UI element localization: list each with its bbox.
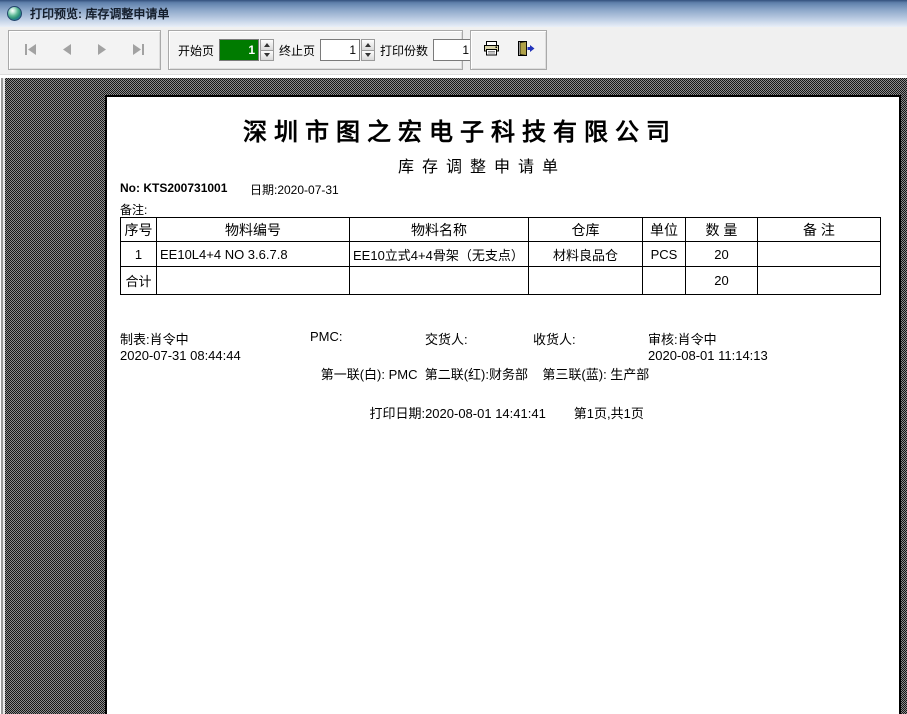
start-page-down-button[interactable] (260, 50, 275, 61)
printer-icon (483, 41, 500, 59)
app-globe-icon (7, 6, 22, 21)
table-header-row: 序号 物料编号 物料名称 仓库 单位 数 量 备 注 (120, 217, 881, 242)
total-cell (349, 266, 529, 295)
deliverer-signature: 交货人: (425, 332, 468, 347)
last-page-button[interactable] (123, 36, 153, 64)
cell-material-name: EE10立式4+4骨架（无支点） (349, 241, 529, 267)
table-row: 1 EE10L4+4 NO 3.6.7.8 EE10立式4+4骨架（无支点） 材… (120, 241, 881, 267)
col-warehouse: 仓库 (528, 217, 643, 242)
col-material-name: 物料名称 (349, 217, 529, 242)
end-page-input[interactable] (320, 39, 361, 61)
col-seq: 序号 (120, 217, 157, 242)
cell-material-code: EE10L4+4 NO 3.6.7.8 (156, 241, 350, 267)
preview-area: 深圳市图之宏电子科技有限公司 库存调整申请单 No: KTS200731001 … (0, 78, 907, 714)
print-button-group (470, 30, 547, 70)
end-page-label: 终止页 (279, 43, 316, 58)
print-date-line: 打印日期:2020-08-01 14:41:41 第1页,共1页 (107, 388, 863, 437)
window-left-edge (0, 78, 5, 714)
nav-button-group (8, 30, 161, 70)
last-page-icon (132, 43, 145, 58)
copies-label: 打印份数 (380, 43, 429, 58)
total-qty: 20 (685, 266, 758, 295)
next-page-button[interactable] (87, 36, 117, 64)
document-title: 库存调整申请单 (397, 159, 566, 176)
maker-timestamp: 2020-07-31 08:44:44 (120, 348, 241, 363)
end-page-up-button[interactable] (361, 39, 376, 51)
toolbar: 开始页 终止页 打印份数 (0, 27, 907, 74)
table-total-row: 合计 20 (120, 266, 881, 295)
receiver-signature: 收货人: (533, 332, 576, 347)
exit-door-icon (517, 41, 535, 59)
total-label: 合计 (120, 266, 157, 295)
print-button[interactable] (476, 35, 506, 65)
pmc-signature: PMC: (310, 329, 343, 344)
copies-distribution-line: 第一联(白): PMC 第二联(红):财务部 第三联(蓝): 生产部 (320, 367, 650, 382)
document-page: 深圳市图之宏电子科技有限公司 库存调整申请单 No: KTS200731001 … (105, 95, 901, 714)
remark-label: 备注: (120, 203, 148, 217)
cell-seq: 1 (120, 241, 157, 267)
start-page-input[interactable] (219, 39, 260, 61)
next-page-icon (97, 43, 107, 58)
cell-warehouse: 材料良品仓 (528, 241, 643, 267)
col-material-code: 物料编号 (156, 217, 350, 242)
end-page-spinner (320, 39, 376, 61)
maker-signature: 制表:肖令中 (120, 332, 189, 347)
up-arrow-icon (365, 42, 372, 47)
up-arrow-icon (264, 42, 271, 47)
col-remark: 备 注 (757, 217, 881, 242)
titlebar: 打印预览: 库存调整申请单 (0, 0, 907, 27)
start-page-up-button[interactable] (260, 39, 275, 51)
col-unit: 单位 (642, 217, 686, 242)
audit-timestamp: 2020-08-01 11:14:13 (648, 348, 768, 363)
print-date: 打印日期:2020-08-01 14:41:41 (369, 406, 546, 421)
total-cell (757, 266, 881, 295)
total-cell (528, 266, 643, 295)
items-table: 序号 物料编号 物料名称 仓库 单位 数 量 备 注 1 EE10L4+4 NO… (120, 217, 881, 295)
auditor-signature: 审核:肖令中 (648, 332, 717, 347)
footer-center-lines: 第一联(白): PMC 第二联(红):财务部 第三联(蓝): 生产部 打印日期:… (107, 364, 863, 437)
col-qty: 数 量 (685, 217, 758, 242)
start-page-label: 开始页 (178, 43, 215, 58)
end-page-down-button[interactable] (361, 50, 376, 61)
down-arrow-icon (365, 53, 372, 58)
page-range-group: 开始页 终止页 打印份数 (168, 30, 489, 70)
page-info: 第1页,共1页 (573, 406, 644, 421)
total-cell (642, 266, 686, 295)
total-cell (156, 266, 350, 295)
start-page-spinner (219, 39, 275, 61)
window-title: 打印预览: 库存调整申请单 (30, 7, 170, 21)
document-number: No: KTS200731001 (120, 181, 228, 195)
cell-remark (757, 241, 881, 267)
first-page-button[interactable] (16, 36, 46, 64)
print-preview-window: 打印预览: 库存调整申请单 开始页 1 终止页 1 打印份数 1 深圳市图之宏电… (0, 0, 907, 714)
exit-button[interactable] (511, 35, 541, 65)
document-date: 日期:2020-07-31 (250, 183, 339, 197)
cell-qty: 20 (685, 241, 758, 267)
first-page-icon (24, 43, 37, 58)
copies-input[interactable] (433, 39, 474, 61)
prev-page-icon (62, 43, 72, 58)
cell-unit: PCS (642, 241, 686, 267)
down-arrow-icon (264, 53, 271, 58)
company-name: 深圳市图之宏电子科技有限公司 (243, 119, 677, 146)
prev-page-button[interactable] (52, 36, 82, 64)
